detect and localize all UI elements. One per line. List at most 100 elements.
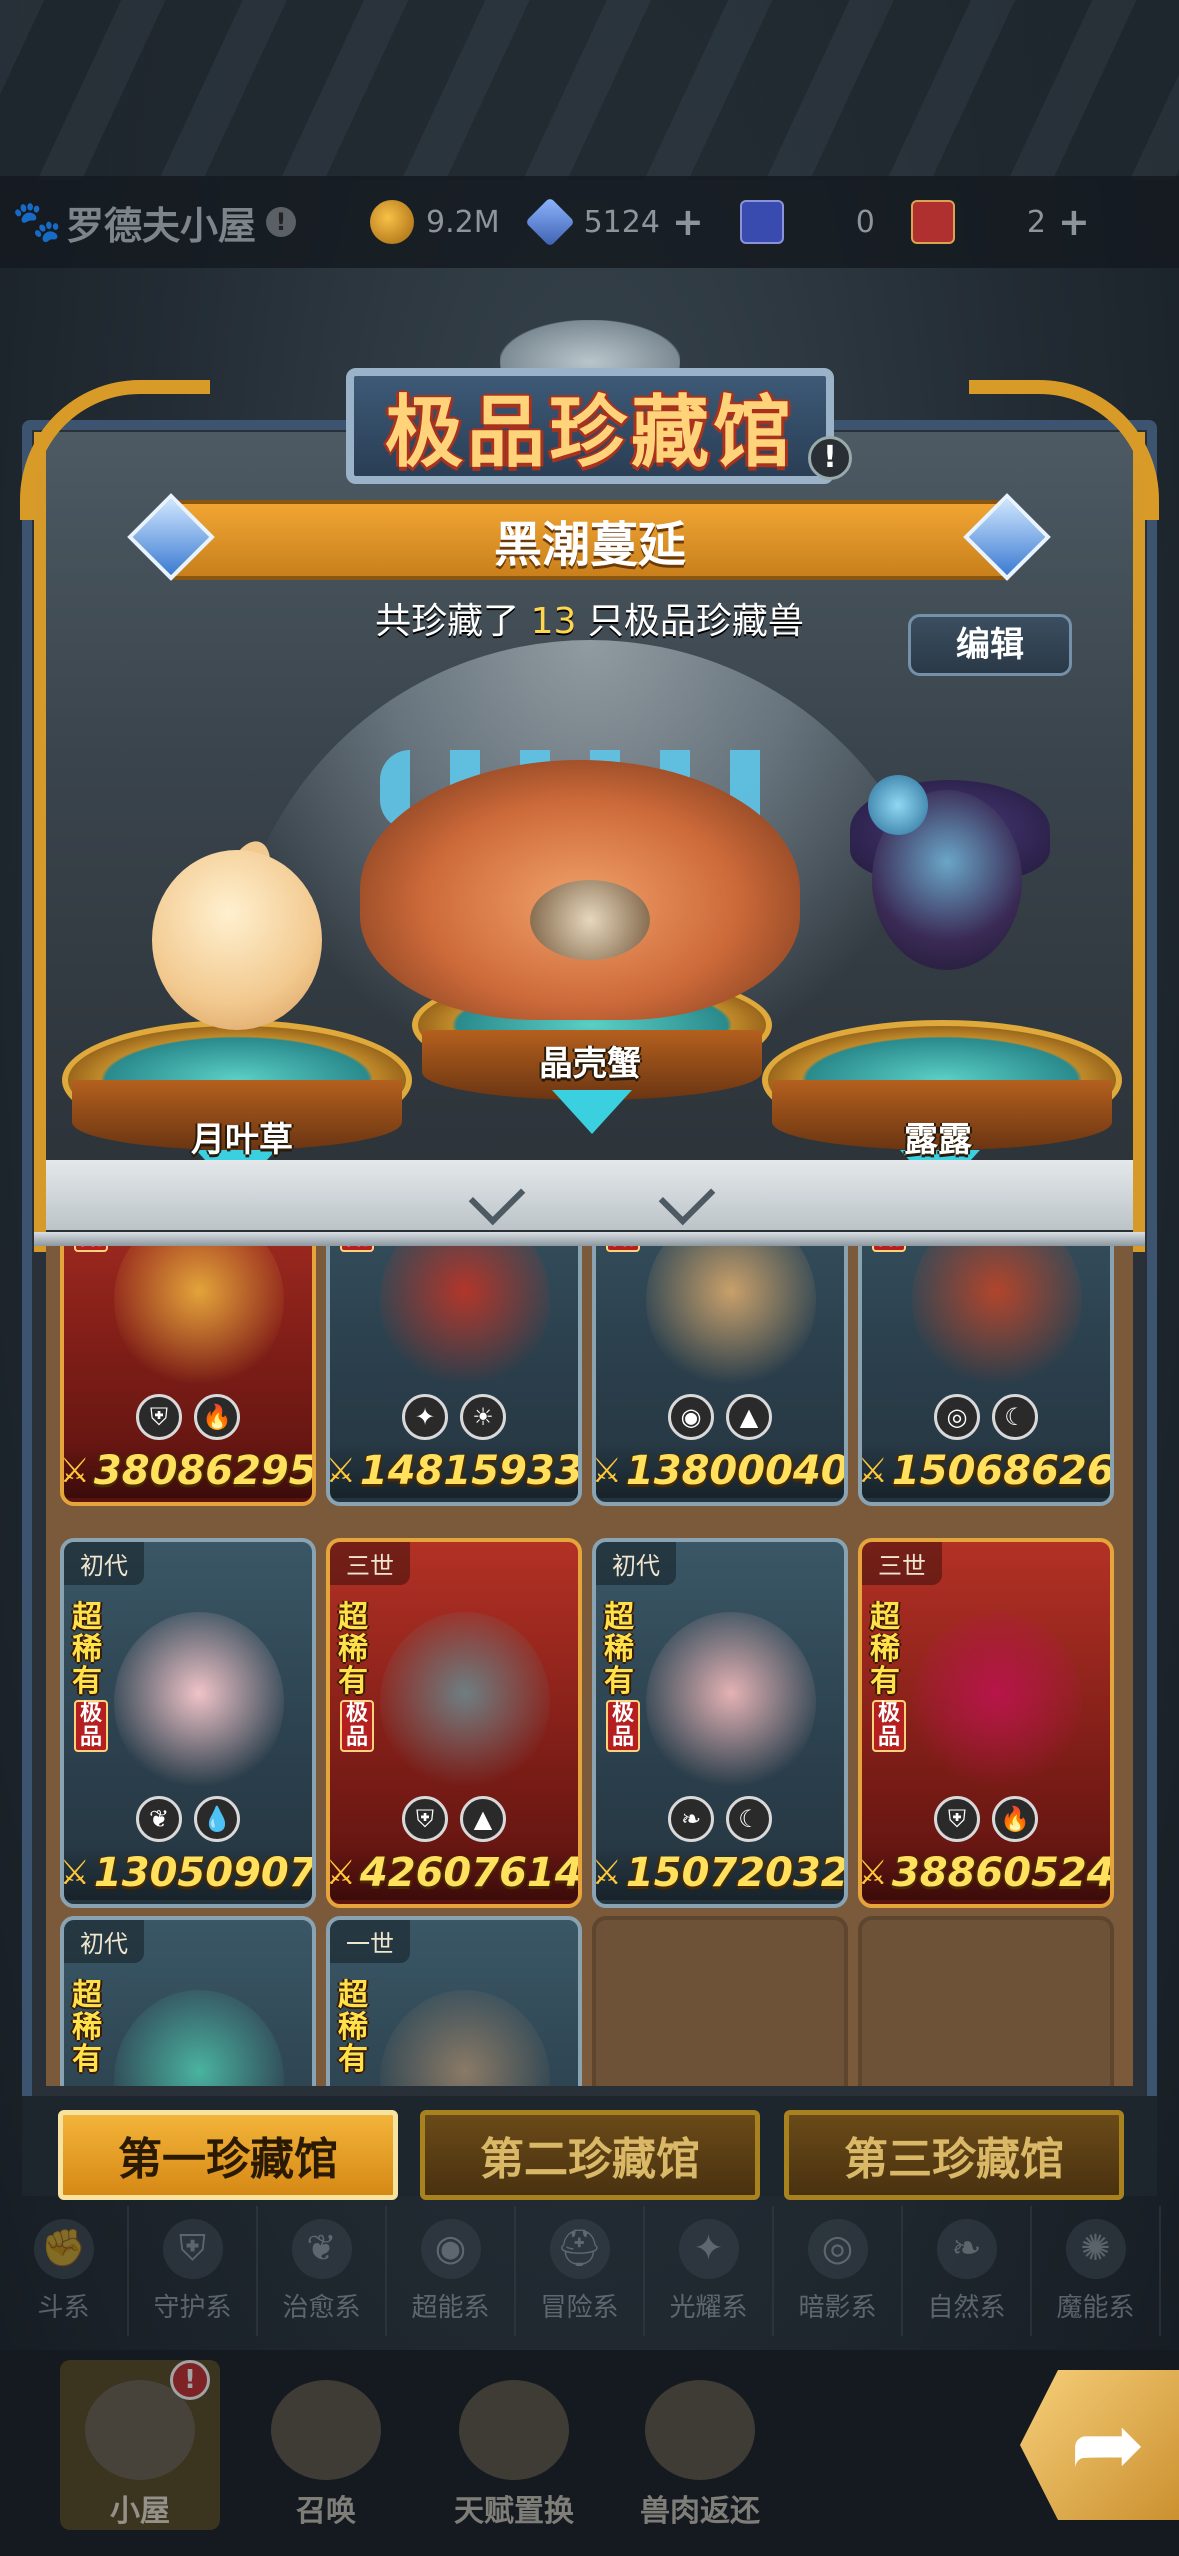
element-icons: ⛨ ▲ <box>330 1796 578 1842</box>
crystal-counter: 5124 + <box>524 197 704 247</box>
tier-badge: 极品 <box>606 1246 640 1252</box>
crab-face <box>530 880 650 960</box>
tab-museum-2[interactable]: 第二珍藏馆 <box>420 2110 760 2200</box>
monster-portrait <box>380 1612 550 1792</box>
coin-counter: 9.2M <box>370 200 500 244</box>
showcase-floor <box>46 1160 1133 1230</box>
category-filters: ✊ 斗系 ⛨ 守护系 ❦ 治愈系 ◉ 超能系 ⛑ 冒险系 ✦ 光耀系 ◎ 暗影系 ❧ 自然系 ✺ 魔能系 <box>0 2206 1179 2336</box>
monster-portrait <box>380 1246 550 1390</box>
filter-helmet[interactable]: ⛑ 冒险系 <box>516 2206 645 2336</box>
monster-card[interactable]: 一世 超稀有 <box>326 1916 582 2086</box>
nav-house-label: 小屋 <box>110 2494 170 2529</box>
rarity-label: 超稀有 <box>338 1978 368 2077</box>
leaf-icon: ❧ <box>936 2218 997 2279</box>
filter-star-compass[interactable]: ✦ 光耀系 <box>645 2206 774 2336</box>
filter-label: 光耀系 <box>669 2292 748 2323</box>
moon-icon: ☾ <box>726 1796 772 1842</box>
element-icons: ◉ ▲ <box>596 1394 844 1440</box>
filter-sprout[interactable]: ❦ 治愈系 <box>258 2206 387 2336</box>
fire-icon: 🔥 <box>194 1394 240 1440</box>
monster-portrait <box>912 1612 1082 1792</box>
gold-card-icon <box>910 200 955 244</box>
element-icons: ⛨ 🔥 <box>64 1394 312 1440</box>
tab-museum-3[interactable]: 第三珍藏馆 <box>784 2110 1124 2200</box>
power-value: 13050907 <box>93 1850 316 1896</box>
museum-title-plate: 极品珍藏馆 ! <box>346 368 852 484</box>
filter-shield[interactable]: ⛨ 守护系 <box>129 2206 258 2336</box>
nav-meat-return[interactable]: 兽肉返还 <box>620 2360 780 2530</box>
filter-eye[interactable]: ◎ 暗影系 <box>774 2206 903 2336</box>
nav-house[interactable]: ! 小屋 <box>60 2360 220 2530</box>
monster-portrait <box>646 1612 816 1792</box>
monster-card[interactable]: 稀有极品⛨🔥⚔38086295 <box>60 1246 316 1506</box>
fist-icon: ✊ <box>33 2218 94 2279</box>
card-b-counter: 2 + <box>910 200 1090 244</box>
edit-button[interactable]: 编辑 <box>908 614 1072 676</box>
crystal-value: 5124 <box>583 204 660 240</box>
sword-icon: ⚔ <box>592 1853 622 1893</box>
power-value: 14815933 <box>359 1448 582 1494</box>
showcase-label-center: 晶壳蟹 <box>539 1044 641 1084</box>
monster-portrait <box>646 1246 816 1390</box>
filter-label: 魔能系 <box>1056 2292 1135 2323</box>
power-display: ⚔ 38086295 <box>64 1444 312 1498</box>
filter-fist[interactable]: ✊ 斗系 <box>0 2206 129 2336</box>
element-icons: ⛨ 🔥 <box>862 1796 1110 1842</box>
rarity-label: 超稀有 <box>72 1978 102 2077</box>
monster-card[interactable]: 稀有极品◎☾⚔15068626 <box>858 1246 1114 1506</box>
monster-card[interactable]: 初代 超稀有 <box>60 1916 316 2086</box>
nav-meat-return-label: 兽肉返还 <box>640 2494 760 2529</box>
monster-card[interactable]: 初代 超稀有 极品 ❦ 💧 ⚔ 13050907 <box>60 1538 316 1908</box>
generation-tag: 三世 <box>330 1542 410 1585</box>
house-name-group[interactable]: 🐾 罗德夫小屋 ! <box>12 195 342 250</box>
filter-label: 守护系 <box>153 2292 232 2323</box>
element-icons: ❦ 💧 <box>64 1796 312 1842</box>
monster-portrait <box>114 1990 284 2086</box>
nav-talent-swap[interactable]: 天赋置换 <box>434 2360 594 2530</box>
sword-icon: ⚔ <box>60 1853 90 1893</box>
monster-card[interactable]: 三世 超稀有 极品 ⛨ ▲ ⚔ 42607614 <box>326 1538 582 1908</box>
helmet-icon: ⛑ <box>549 2218 610 2279</box>
background-stripes <box>0 0 1179 180</box>
shield-icon: ⛨ <box>934 1796 980 1842</box>
alien-icon: ◉ <box>420 2218 481 2279</box>
rarity-label: 超稀有 <box>72 1600 102 1699</box>
star-compass-icon: ✦ <box>402 1394 448 1440</box>
alien-icon: ◉ <box>668 1394 714 1440</box>
sword-icon: ⚔ <box>858 1853 888 1893</box>
card-b-add-button[interactable]: + <box>1058 200 1090 244</box>
monster-card[interactable]: 稀有极品✦☀⚔14815933 <box>326 1246 582 1506</box>
card-b-value: 2 <box>1026 204 1046 240</box>
empty-card-slot <box>858 1916 1114 2086</box>
house-info-icon[interactable]: ! <box>266 207 297 237</box>
monster-card[interactable]: 三世 超稀有 极品 ⛨ 🔥 ⚔ 38860524 <box>858 1538 1114 1908</box>
filter-label: 冒险系 <box>540 2292 619 2323</box>
tier-badge: 极品 <box>74 1700 108 1752</box>
generation-tag: 初代 <box>596 1542 676 1585</box>
tab-museum-1[interactable]: 第一珍藏馆 <box>58 2110 398 2200</box>
filter-magic[interactable]: ✺ 魔能系 <box>1032 2206 1161 2336</box>
crystal-add-button[interactable]: + <box>672 200 704 244</box>
power-value: 38860524 <box>891 1850 1114 1896</box>
coin-icon <box>370 200 414 244</box>
filter-label: 自然系 <box>927 2292 1006 2323</box>
leaf-icon: ❧ <box>668 1796 714 1842</box>
power-display: ⚔ 14815933 <box>330 1444 578 1498</box>
rarity-label: 超稀有 <box>604 1600 634 1699</box>
eye-icon: ◎ <box>807 2218 868 2279</box>
filter-leaf[interactable]: ❧ 自然系 <box>903 2206 1032 2336</box>
showcase-monster-moonleaf[interactable] <box>152 850 322 1030</box>
monster-card[interactable]: 稀有极品◉▲⚔13800040 <box>592 1246 848 1506</box>
nav-summon[interactable]: 召唤 <box>246 2360 406 2530</box>
paw-icon: 🐾 <box>12 199 62 245</box>
shield-icon: ⛨ <box>162 2218 223 2279</box>
moon-icon: ☾ <box>992 1394 1038 1440</box>
filter-alien[interactable]: ◉ 超能系 <box>387 2206 516 2336</box>
nav-talent-swap-label: 天赋置换 <box>454 2494 574 2529</box>
monster-card[interactable]: 初代 超稀有 极品 ❧ ☾ ⚔ 15072032 <box>592 1538 848 1908</box>
museum-info-icon[interactable]: ! <box>808 436 852 480</box>
card-a-counter: 0 <box>739 200 875 244</box>
power-value: 15072032 <box>625 1850 848 1896</box>
power-display: ⚔ 42607614 <box>330 1846 578 1900</box>
sword-icon: ⚔ <box>326 1451 356 1491</box>
